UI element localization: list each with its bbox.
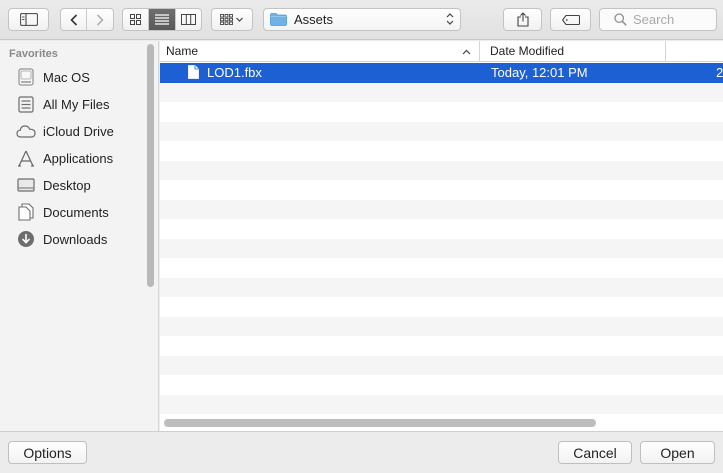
tag-icon: [561, 14, 580, 25]
name-column-label: Name: [166, 44, 199, 58]
empty-row: [160, 394, 723, 414]
share-button[interactable]: [503, 8, 542, 31]
document-icon: [188, 65, 199, 80]
empty-row: [160, 238, 723, 258]
desktop-icon: [16, 175, 36, 195]
back-forward-control: [60, 8, 114, 31]
date-modified-column-header[interactable]: Date Modified: [480, 41, 666, 62]
list-view-button[interactable]: [149, 9, 176, 30]
toolbar: Assets Search: [0, 0, 723, 40]
forward-button[interactable]: [87, 9, 113, 30]
hard-drive-icon: [16, 67, 36, 87]
name-column-header[interactable]: Name: [160, 41, 480, 62]
file-rows: LOD1.fbx Today, 12:01 PM 2: [160, 63, 723, 414]
chevron-left-icon: [69, 13, 77, 26]
size-column-header[interactable]: [666, 41, 723, 62]
folder-icon: [270, 13, 287, 26]
arrange-menu-button[interactable]: [211, 8, 253, 31]
chevron-right-icon: [96, 13, 104, 26]
empty-row: [160, 277, 723, 297]
column-view-button[interactable]: [176, 9, 201, 30]
cloud-icon: [16, 121, 36, 141]
file-date-modified: Today, 12:01 PM: [491, 65, 588, 80]
back-button[interactable]: [61, 9, 88, 30]
icon-view-button[interactable]: [123, 9, 150, 30]
options-button[interactable]: Options: [8, 441, 87, 464]
sidebar-item-label: Applications: [43, 150, 114, 166]
sidebar-item-applications[interactable]: Applications: [16, 147, 146, 169]
list-icon: [154, 14, 169, 25]
search-field[interactable]: Search: [599, 8, 717, 31]
empty-row: [160, 160, 723, 180]
empty-row: [160, 297, 723, 317]
sidebar-item-documents[interactable]: Documents: [16, 201, 146, 223]
current-folder-label: Assets: [294, 12, 334, 27]
empty-row: [160, 199, 723, 219]
empty-row: [160, 355, 723, 375]
open-button[interactable]: Open: [640, 441, 715, 464]
empty-row: [160, 375, 723, 395]
downloads-icon: [16, 229, 36, 249]
empty-row: [160, 258, 723, 278]
updown-chevron-icon: [446, 13, 454, 25]
sidebar-item-desktop[interactable]: Desktop: [16, 174, 146, 196]
sidebar-item-all-my-files[interactable]: All My Files: [16, 93, 146, 115]
sidebar-item-label: iCloud Drive: [43, 123, 114, 139]
file-name: LOD1.fbx: [207, 65, 262, 80]
view-mode-control: [122, 8, 202, 31]
empty-row: [160, 336, 723, 356]
sidebar-item-label: All My Files: [43, 96, 110, 112]
documents-icon: [16, 202, 36, 222]
share-icon: [516, 12, 529, 27]
search-placeholder: Search: [633, 12, 675, 27]
sidebar-item-label: Downloads: [43, 231, 108, 247]
sidebar-heading: Favorites: [9, 48, 58, 60]
empty-row: [160, 219, 723, 239]
sidebar-item-label: Mac OS: [43, 69, 90, 85]
applications-icon: [16, 148, 36, 168]
empty-row: [160, 180, 723, 200]
horizontal-scrollbar[interactable]: [164, 419, 596, 427]
empty-row: [160, 121, 723, 141]
sidebar-item-label: Desktop: [43, 177, 91, 193]
sidebar: Favorites Mac OS All My Files iCloud Dri…: [0, 41, 159, 431]
empty-row: [160, 102, 723, 122]
grid-icon: [130, 14, 142, 25]
sidebar-item-icloud-drive[interactable]: iCloud Drive: [16, 120, 146, 142]
sort-ascending-icon: [462, 49, 471, 55]
date-column-label: Date Modified: [490, 44, 565, 58]
sidebar-scrollbar[interactable]: [147, 44, 154, 287]
empty-row: [160, 141, 723, 161]
column-header: Name Date Modified: [160, 41, 723, 62]
tags-button[interactable]: [550, 8, 591, 31]
sidebar-icon: [19, 13, 38, 26]
columns-icon: [180, 14, 196, 25]
empty-row: [160, 316, 723, 336]
sidebar-item-mac-os[interactable]: Mac OS: [16, 66, 146, 88]
arrange-icon: [220, 14, 243, 25]
file-size: 2: [716, 65, 723, 80]
search-icon: [614, 13, 627, 26]
all-files-icon: [16, 94, 36, 114]
dialog-footer: Options Cancel Open: [0, 431, 723, 473]
file-list: Name Date Modified LOD1.fbx Today, 12:01…: [160, 41, 723, 431]
sidebar-toggle-button[interactable]: [8, 8, 49, 31]
empty-row: [160, 82, 723, 102]
sidebar-item-downloads[interactable]: Downloads: [16, 228, 146, 250]
cancel-button[interactable]: Cancel: [558, 441, 632, 464]
sidebar-item-label: Documents: [43, 204, 109, 220]
folder-path-popup[interactable]: Assets: [263, 8, 461, 31]
table-row[interactable]: LOD1.fbx Today, 12:01 PM 2: [160, 63, 723, 83]
